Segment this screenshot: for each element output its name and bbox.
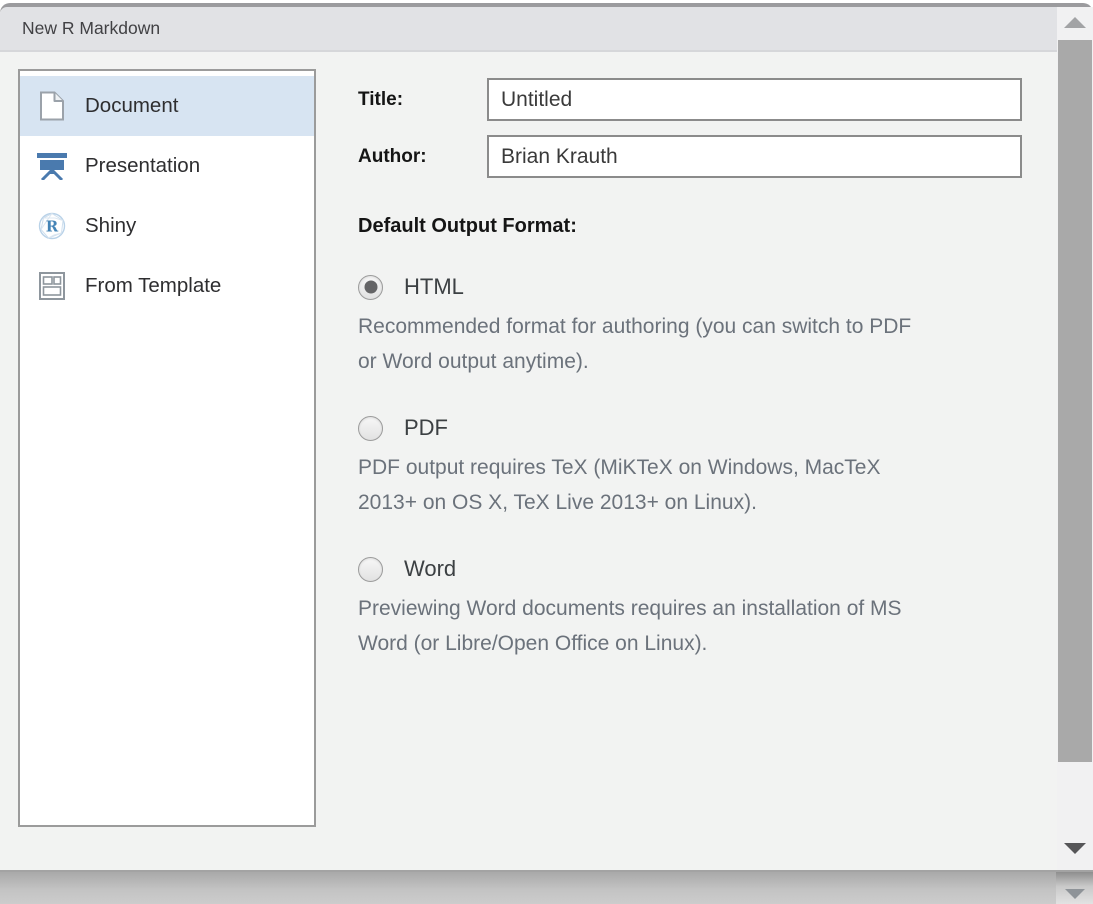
sidebar-item-shiny[interactable]: R Shiny [20, 196, 314, 256]
shiny-icon: R [36, 212, 68, 240]
format-option-html: HTML Recommended format for authoring (y… [358, 274, 1022, 379]
sidebar-item-presentation[interactable]: Presentation [20, 136, 314, 196]
sidebar-item-label: From Template [85, 274, 221, 298]
title-input[interactable] [487, 78, 1022, 121]
dialog-titlebar: New R Markdown [0, 7, 1057, 52]
word-radio-button[interactable] [358, 557, 383, 582]
document-icon [36, 91, 68, 121]
output-format-heading: Default Output Format: [358, 215, 1022, 238]
author-field-row: Author: [358, 135, 1022, 178]
html-radio-label: HTML [404, 274, 464, 300]
format-option-pdf: PDF PDF output requires TeX (MiKTeX on W… [358, 415, 1022, 520]
metadata-fields: Title: Author: [358, 78, 1022, 192]
word-radio-label: Word [404, 556, 456, 582]
word-format-description: Previewing Word documents requires an in… [358, 591, 1022, 661]
sidebar-item-label: Presentation [85, 154, 200, 178]
scroll-down-icon[interactable] [1064, 843, 1086, 854]
pdf-format-description: PDF output requires TeX (MiKTeX on Windo… [358, 450, 1022, 520]
sidebar-item-label: Shiny [85, 214, 136, 238]
sidebar-item-document[interactable]: Document [20, 76, 314, 136]
dialog-scrollbar[interactable] [1057, 7, 1093, 870]
scrollbar-thumb[interactable] [1058, 40, 1092, 762]
html-format-description: Recommended format for authoring (you ca… [358, 309, 1022, 379]
outer-window-scrollbar[interactable] [1056, 872, 1093, 904]
author-input[interactable] [487, 135, 1022, 178]
html-radio-button[interactable] [358, 275, 383, 300]
dialog-bottom-shadow [0, 872, 1093, 904]
outer-scroll-down-icon[interactable] [1065, 889, 1085, 899]
pdf-radio-button[interactable] [358, 416, 383, 441]
new-r-markdown-dialog: New R Markdown Document [0, 3, 1093, 872]
dialog-title: New R Markdown [22, 18, 160, 39]
output-format-section: Default Output Format: HTML Recommended … [358, 215, 1022, 661]
scroll-up-icon[interactable] [1064, 17, 1086, 28]
from-template-icon [36, 272, 68, 300]
svg-text:R: R [46, 218, 59, 236]
title-field-row: Title: [358, 78, 1022, 121]
pdf-radio-row[interactable]: PDF [358, 415, 1022, 441]
word-radio-row[interactable]: Word [358, 556, 1022, 582]
format-option-word: Word Previewing Word documents requires … [358, 556, 1022, 661]
pdf-radio-label: PDF [404, 415, 448, 441]
title-field-label: Title: [358, 78, 487, 121]
sidebar-item-label: Document [85, 94, 178, 118]
html-radio-row[interactable]: HTML [358, 274, 1022, 300]
document-type-list: Document Presentation [18, 69, 316, 827]
presentation-icon [36, 152, 68, 180]
author-field-label: Author: [358, 135, 487, 178]
screen: New R Markdown Document [0, 0, 1093, 904]
sidebar-item-from-template[interactable]: From Template [20, 256, 314, 316]
